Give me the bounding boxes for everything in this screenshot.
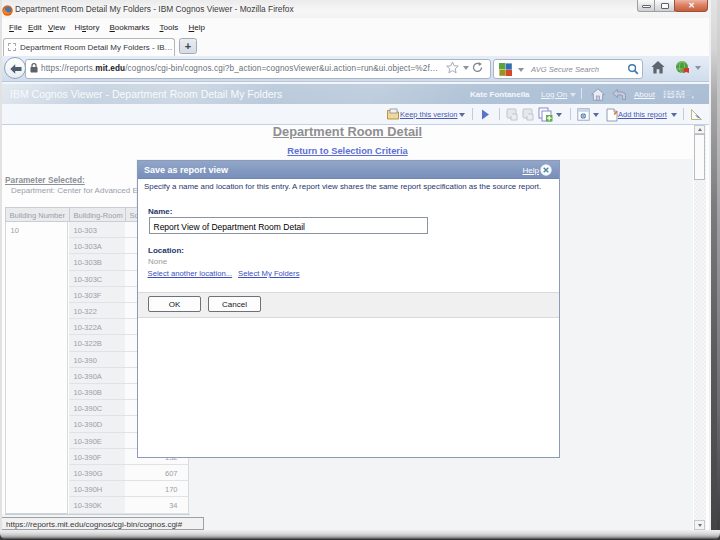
svg-text:IBM: IBM xyxy=(663,88,686,99)
